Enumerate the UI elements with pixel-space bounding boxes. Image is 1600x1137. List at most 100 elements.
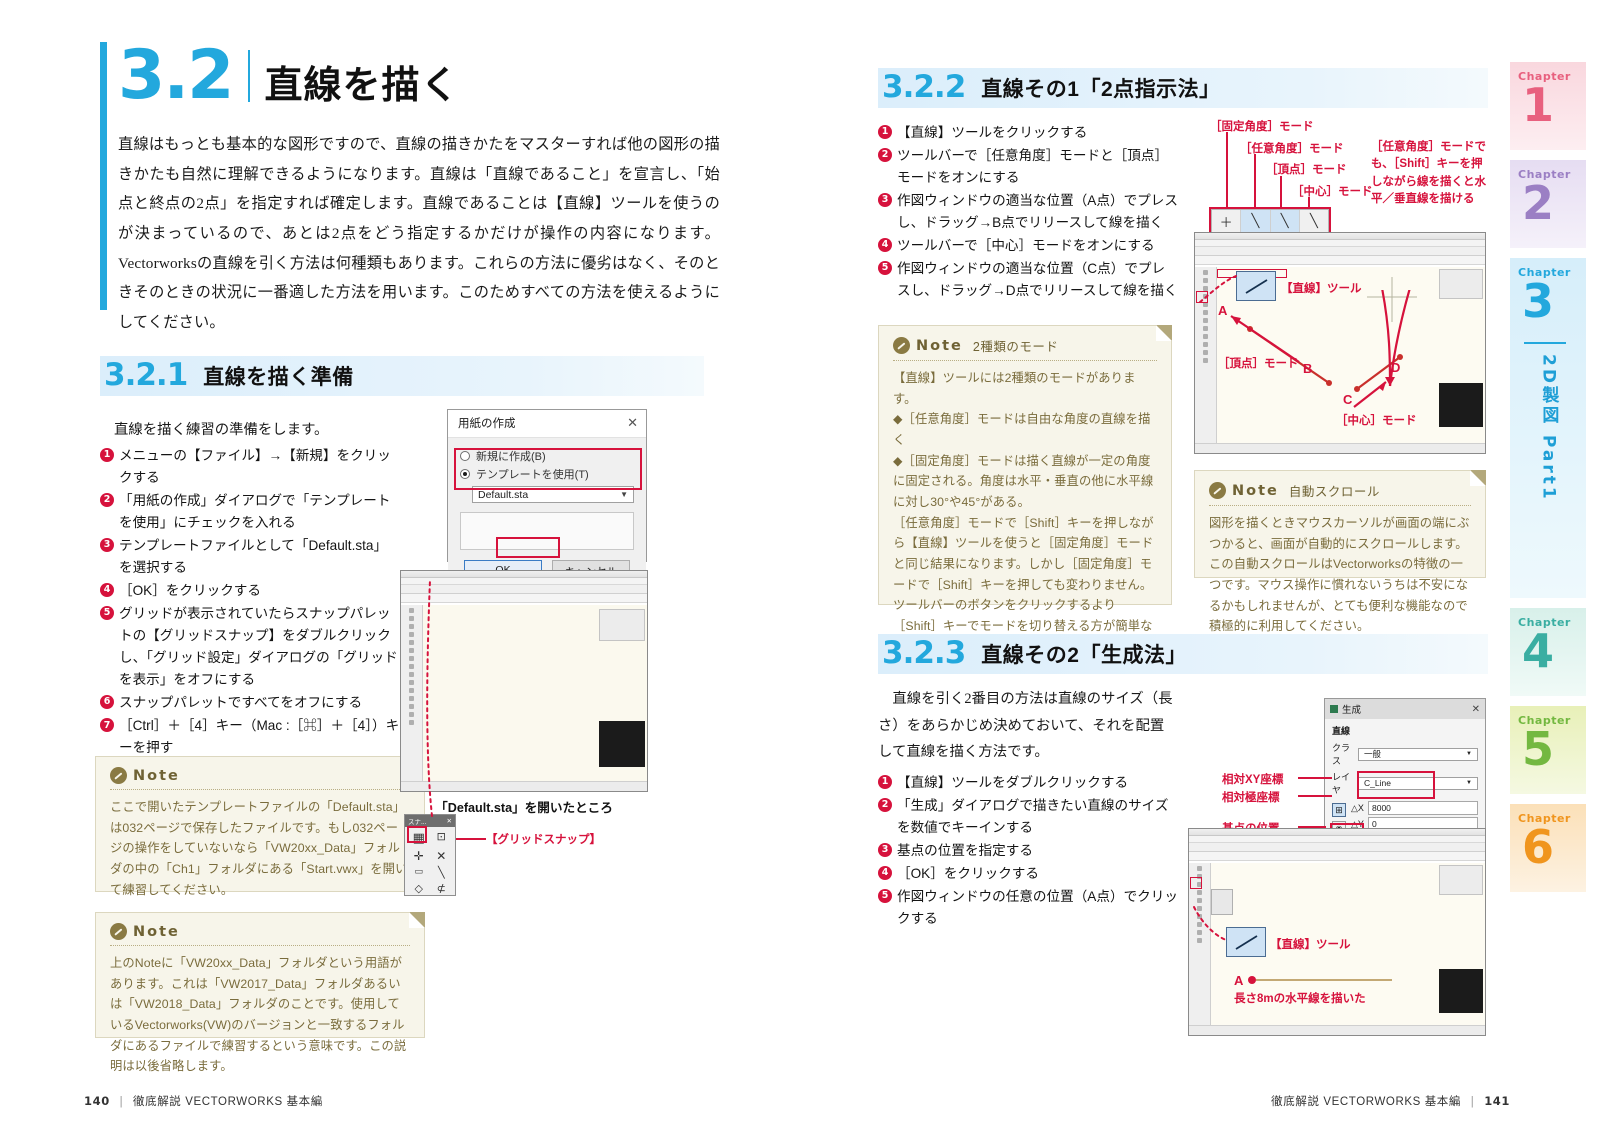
tool-icon	[1197, 906, 1202, 911]
book-title: 徹底解説 VECTORWORKS 基本編	[1271, 1096, 1461, 1108]
step-item: 5 作図ウィンドウの任意の位置（A点）でクリックする	[878, 886, 1178, 930]
note-box-data-folder: Note 上のNoteに「VW20xx_Data」フォルダという用語があります。…	[95, 912, 425, 1073]
section-number: 3.2	[118, 36, 234, 115]
step-item: 7 ［Ctrl］＋［4］キー（Mac :［⌘］＋［4］）キーを押す	[100, 715, 400, 759]
leader-relative-xy	[1298, 777, 1332, 779]
tangent-snap-icon[interactable]: ⊄	[432, 882, 452, 895]
chapter-tab-6[interactable]: Chapter 6	[1510, 804, 1586, 892]
subsection-3-2-2-heading: 3.2.2 直線その1「2点指示法」	[878, 68, 1488, 108]
leader-fixed-angle	[1226, 132, 1228, 210]
tool-icon	[409, 672, 414, 677]
app-statusbar	[1195, 443, 1485, 453]
step-text: 作図ウィンドウの適当な位置（C点）でプレスし、ドラッグ→D点でリリースして線を描…	[897, 261, 1178, 299]
section-title: 直線を描く	[264, 65, 460, 107]
smartpoint-snap-icon[interactable]: ◇	[409, 882, 429, 895]
intersect-snap-icon[interactable]: ✕	[432, 849, 452, 863]
tool-icon	[409, 704, 414, 709]
note-body: 【直線】ツールには2種類のモードがあります。 ◆［任意角度］モードは自由な角度の…	[893, 371, 1154, 674]
point-snap-icon[interactable]: ✛	[409, 849, 429, 863]
class-combobox[interactable]: 一般 ▼	[1358, 747, 1478, 761]
tool-icon	[409, 696, 414, 701]
chevron-down-icon: ▼	[1466, 780, 1472, 786]
object-snap-icon[interactable]: ▭	[409, 866, 429, 879]
leader-free-angle	[1254, 154, 1256, 210]
note-pen-icon	[110, 923, 127, 940]
tool-icon	[1203, 318, 1208, 323]
angle-snap-icon[interactable]: ╲	[432, 866, 452, 879]
note-body: ここで開いたテンプレートファイルの「Default.sta」は032ページで保存…	[110, 800, 408, 897]
heading-divider	[248, 50, 251, 102]
dialog-titlebar: 生成 ✕	[1325, 699, 1485, 719]
class-label: クラス	[1332, 743, 1351, 766]
relative-xy-mode-button[interactable]: ⊞	[1332, 803, 1346, 817]
point-label-a: A	[1234, 973, 1244, 988]
close-icon[interactable]: ✕	[447, 817, 452, 825]
steps-list-3-2-1: 1 メニューの【ファイル】→【新規】をクリックする 2 「用紙の作成」ダイアログで「…	[100, 445, 400, 759]
step-item: 4 ［OK］をクリックする	[100, 580, 400, 602]
note-title: Note	[916, 337, 963, 354]
subsection-number: 3.2.3	[882, 634, 966, 671]
subsection-title: 直線その1「2点指示法」	[981, 78, 1221, 101]
note-title: Note	[133, 767, 180, 784]
step-item: 3 作図ウィンドウの適当な位置（A点）でプレスし、ドラッグ→B点でリリースして線を…	[878, 190, 1178, 234]
chapter-tab-1[interactable]: Chapter 1	[1510, 62, 1586, 150]
step-number: 2	[100, 493, 114, 508]
subsection-3-2-1-heading: 3.2.1 直線を描く準備	[100, 356, 704, 396]
note-pen-icon	[893, 337, 910, 354]
book-spread: 3.2 直線を描く 直線はもっとも基本的な図形ですので、直線の描きかたをマスター…	[0, 0, 1600, 1137]
chapter-tab-3-active[interactable]: Chapter 3 2D製図 Part1	[1510, 258, 1586, 598]
step-item: 1 【直線】ツールをクリックする	[878, 122, 1178, 144]
note-header: Note 2種類のモード	[893, 336, 1157, 361]
page-snap-icon[interactable]: ⊡	[432, 830, 452, 846]
chapter-tab-4[interactable]: Chapter 4	[1510, 608, 1586, 696]
app-tool-palette	[401, 605, 423, 781]
step-number: 6	[100, 695, 114, 710]
tool-icon	[1197, 898, 1202, 903]
point-label-b: B	[1303, 361, 1313, 376]
create-sheet-dialog[interactable]: 用紙の作成 ✕ 新規に作成(B) テンプレートを使用(T) Default.st…	[447, 409, 647, 593]
snap-palette[interactable]: スナ... ✕ ▦ ⊡ ✛ ✕ ▭ ╲ ◇ ⊄	[404, 814, 456, 896]
step-number: 3	[100, 538, 114, 553]
note-header: Note	[110, 923, 410, 946]
template-file-value: Default.sta	[478, 488, 529, 501]
chapter-number: 5	[1522, 722, 1555, 776]
result-horizontal-line	[1248, 976, 1392, 984]
step-item: 2 「生成」ダイアログで描きたい直線のサイズを数値でキーインする	[878, 795, 1178, 839]
chapter-tabs: Chapter 1 Chapter 2 Chapter 3 2D製図 Part1…	[1510, 62, 1586, 902]
note-pen-icon	[1209, 482, 1226, 499]
layer-label: レイヤ	[1332, 772, 1351, 795]
app-menubar	[1195, 240, 1485, 247]
right-page: 3.2.2 直線その1「2点指示法」 1 【直線】ツールをクリックする 2 ツールバ…	[800, 0, 1600, 1137]
book-title: 徹底解説 VECTORWORKS 基本編	[133, 1096, 323, 1108]
step-text: 【直線】ツールをクリックする	[897, 125, 1088, 140]
close-icon[interactable]: ✕	[1472, 704, 1480, 715]
leader-relative-polar	[1298, 795, 1332, 797]
dx-input[interactable]: 8000	[1368, 801, 1478, 815]
tool-icon	[1197, 866, 1202, 871]
app-toolbar-secondary	[1195, 256, 1485, 265]
left-page: 3.2 直線を描く 直線はもっとも基本的な図形ですので、直線の描きかたをマスター…	[0, 0, 800, 1137]
tool-icon	[1203, 334, 1208, 339]
highlight-template-option	[454, 448, 642, 490]
chapter-tab-5[interactable]: Chapter 5	[1510, 706, 1586, 794]
tool-icon	[1203, 358, 1208, 363]
step-text: テンプレートファイルとして「Default.sta」を選択する	[119, 538, 388, 576]
footer-left: 140 | 徹底解説 VECTORWORKS 基本編	[84, 1093, 323, 1109]
note-box-auto-scroll: Note 自動スクロール 図形を描くときマウスカーソルが画面の端にぶつかると、画…	[1194, 470, 1486, 633]
callout-relative-xy: 相対XY座標	[1222, 774, 1284, 786]
tool-icon	[409, 712, 414, 717]
chapter-tab-2[interactable]: Chapter 2	[1510, 160, 1586, 248]
line-tool-callout: 【直線】ツール	[1270, 939, 1351, 951]
steps-list-3-2-2: 1 【直線】ツールをクリックする 2 ツールバーで［任意角度］モードと［頂点］モード…	[878, 122, 1178, 302]
tool-icon	[409, 688, 414, 693]
app-object-info-panel	[599, 609, 645, 641]
note-header: Note 自動スクロール	[1209, 481, 1471, 506]
close-icon[interactable]: ✕	[627, 415, 638, 431]
class-value: 一般	[1364, 749, 1382, 759]
tool-icon	[409, 608, 414, 613]
app-menubar	[1189, 836, 1485, 843]
tool-icon	[1197, 938, 1202, 943]
tool-icon	[1203, 310, 1208, 315]
tool-icon	[409, 648, 414, 653]
vectorworks-screenshot	[400, 570, 648, 792]
